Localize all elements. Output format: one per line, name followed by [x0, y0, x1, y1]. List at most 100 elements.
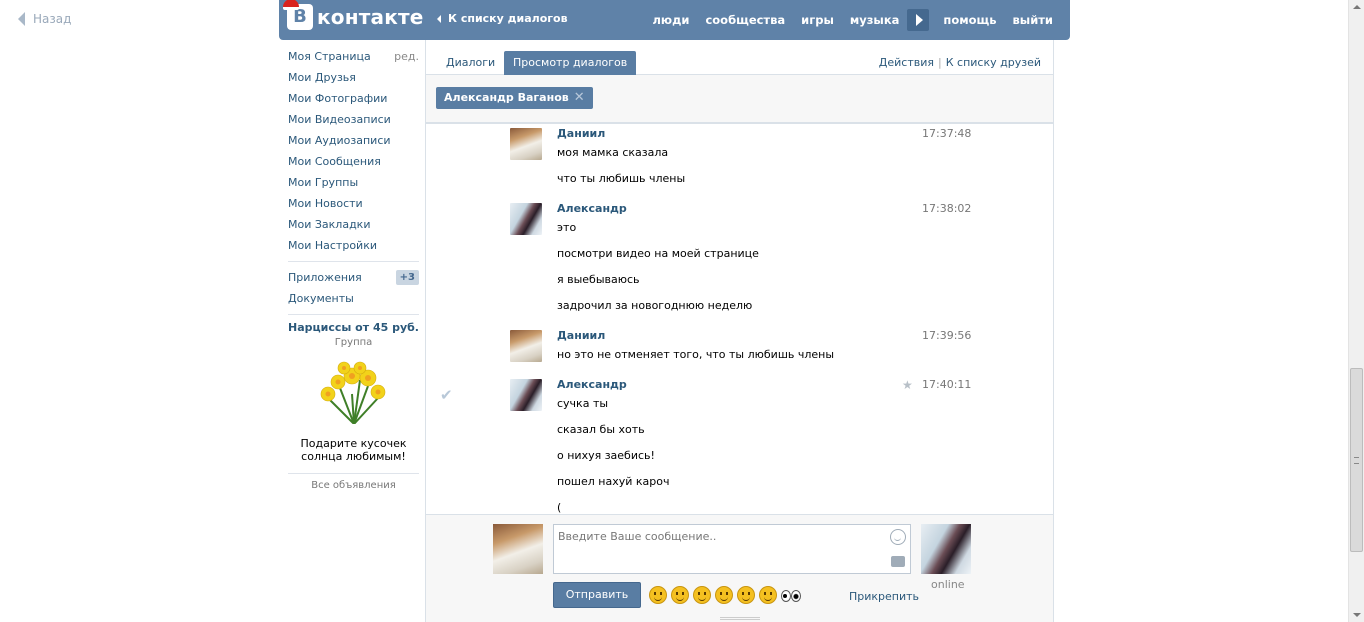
scroll-thumb[interactable]	[1350, 368, 1363, 552]
santa-hat-icon	[283, 0, 299, 10]
sidebar-item-photos[interactable]: Мои Фотографии	[279, 88, 425, 109]
online-status: online	[931, 578, 965, 591]
message-author[interactable]: Даниил	[557, 127, 605, 140]
message-history: Даниил 17:37:48 моя мамка сказала что ты…	[426, 123, 1053, 513]
message-text: сказал бы хоть	[557, 423, 645, 436]
daffodil-flowers-image[interactable]	[316, 354, 392, 425]
message-text: задрочил за новогоднюю неделю	[557, 299, 753, 312]
message-text: пошел нахуй кароч	[557, 475, 670, 488]
sidebar-item-bookmarks[interactable]: Мои Закладки	[279, 214, 425, 235]
sidebar-item-apps[interactable]: Приложения +3	[279, 267, 425, 288]
my-avatar[interactable]	[493, 524, 543, 574]
resize-handle[interactable]	[720, 617, 760, 620]
divider	[288, 314, 419, 315]
ad-title[interactable]: Нарциссы от 45 руб.	[288, 321, 419, 334]
message-text: посмотри видео на моей странице	[557, 247, 759, 260]
ad-subtitle: Группа	[334, 337, 373, 348]
laughing-emoji-icon[interactable]	[649, 586, 667, 604]
back-link[interactable]: Назад	[18, 12, 71, 26]
nav-communities[interactable]: сообщества	[697, 13, 793, 27]
avatar[interactable]	[510, 330, 542, 362]
tab-actions: Действия | К списку друзей	[879, 56, 1041, 69]
message-author[interactable]: Александр	[557, 378, 627, 391]
all-ads-link[interactable]: Все объявления	[288, 473, 419, 491]
message-input[interactable]: Введите Ваше сообщение..	[553, 524, 911, 574]
top-header: В контакте К списку диалогов люди сообще…	[279, 0, 1070, 40]
avatar[interactable]	[510, 203, 542, 235]
page-scrollbar[interactable]	[1348, 0, 1364, 622]
friends-list-link[interactable]: К списку друзей	[946, 56, 1041, 69]
message-text: но это не отменяет того, что ты любишь ч…	[557, 348, 835, 361]
tab-view-dialogs[interactable]: Просмотр диалогов	[504, 51, 637, 75]
message-text: о нихуя заебись!	[557, 449, 655, 462]
sidebar-item-settings[interactable]: Мои Настройки	[279, 235, 425, 256]
message-time: 17:39:56	[922, 329, 972, 342]
nav-help[interactable]: помощь	[935, 13, 1004, 27]
back-label: Назад	[33, 12, 72, 26]
smiling-emoji-icon[interactable]	[715, 586, 733, 604]
arrow-left-icon	[437, 14, 441, 23]
logo[interactable]: В контакте	[283, 0, 424, 30]
logo-text: контакте	[317, 5, 424, 29]
nav-logout[interactable]: выйти	[1005, 13, 1070, 27]
apps-badge: +3	[395, 270, 419, 285]
scroll-up-arrow-icon[interactable]	[1353, 5, 1361, 9]
attach-link[interactable]: Прикрепить	[849, 590, 919, 603]
checkmark-icon[interactable]: ✔	[440, 386, 453, 404]
ad-description: Подарите кусочек солнца любимым!	[300, 437, 407, 463]
message-placeholder: Введите Ваше сообщение..	[558, 530, 717, 543]
sidebar-item-groups[interactable]: Мои Группы	[279, 172, 425, 193]
camera-icon[interactable]	[891, 556, 905, 567]
nav-games[interactable]: игры	[793, 13, 842, 27]
logo-mark: В	[283, 0, 313, 30]
message-text: что ты любишь члены	[557, 172, 686, 185]
top-nav: люди сообщества игры музыка помощь выйти	[645, 0, 1071, 40]
tab-dialogs[interactable]: Диалоги	[437, 51, 504, 75]
relieved-emoji-icon[interactable]	[671, 586, 689, 604]
sidebar-item-news[interactable]: Мои Новости	[279, 193, 425, 214]
participant-chip[interactable]: Александр Ваганов ✕	[436, 87, 593, 109]
message-time: 17:37:48	[922, 127, 972, 140]
quick-emoji-bar	[649, 586, 801, 604]
message-text: моя мамка сказала	[557, 146, 669, 159]
message-time: 17:38:02	[922, 202, 972, 215]
separator: |	[938, 56, 942, 69]
grinning-emoji-icon[interactable]	[759, 586, 777, 604]
back-to-dialogs-link[interactable]: К списку диалогов	[437, 12, 568, 25]
message-author[interactable]: Даниил	[557, 329, 605, 342]
message-author[interactable]: Александр	[557, 202, 627, 215]
message-text: сучка ты	[557, 397, 609, 410]
star-icon[interactable]: ★	[902, 378, 913, 392]
actions-link[interactable]: Действия	[879, 56, 934, 69]
divider	[288, 261, 419, 262]
avatar[interactable]	[510, 128, 542, 160]
scroll-down-arrow-icon[interactable]	[1353, 613, 1361, 617]
message-text: это	[557, 221, 577, 234]
close-icon[interactable]: ✕	[574, 87, 585, 109]
message-text: я выебываюсь	[557, 273, 640, 286]
nav-people[interactable]: люди	[645, 13, 698, 27]
eyes-emoji-icon[interactable]	[781, 586, 801, 604]
sidebar-item-friends[interactable]: Мои Друзья	[279, 67, 425, 88]
sidebar-item-audio[interactable]: Мои Аудиозаписи	[279, 130, 425, 151]
nav-music[interactable]: музыка	[842, 13, 908, 27]
arrow-left-icon	[18, 12, 25, 26]
confused-emoji-icon[interactable]	[737, 586, 755, 604]
sidebar-item-documents[interactable]: Документы	[279, 288, 425, 309]
avatar[interactable]	[510, 379, 542, 411]
smiley-icon[interactable]	[890, 529, 906, 545]
ad-block[interactable]: Нарциссы от 45 руб. Группа Подарите кусо…	[279, 321, 425, 491]
send-button[interactable]: Отправить	[553, 582, 641, 608]
dialog-panel: Диалоги Просмотр диалогов Действия | К спи…	[425, 40, 1054, 622]
edit-link[interactable]: ред.	[394, 50, 419, 63]
play-icon[interactable]	[907, 9, 930, 31]
compose-area: Введите Ваше сообщение.. online Отправит…	[426, 514, 1053, 622]
sidebar-item-videos[interactable]: Мои Видеозаписи	[279, 109, 425, 130]
sidebar-item-my-page[interactable]: Моя Страница ред.	[279, 46, 425, 67]
recipient-avatar[interactable]	[921, 524, 971, 574]
tab-bar: Диалоги Просмотр диалогов Действия | К спи…	[426, 40, 1053, 75]
eye-roll-emoji-icon[interactable]	[693, 586, 711, 604]
left-sidebar: Моя Страница ред. Мои Друзья Мои Фотограф…	[279, 40, 425, 491]
sidebar-item-messages[interactable]: Мои Сообщения	[279, 151, 425, 172]
message-time: 17:40:11	[922, 378, 972, 391]
